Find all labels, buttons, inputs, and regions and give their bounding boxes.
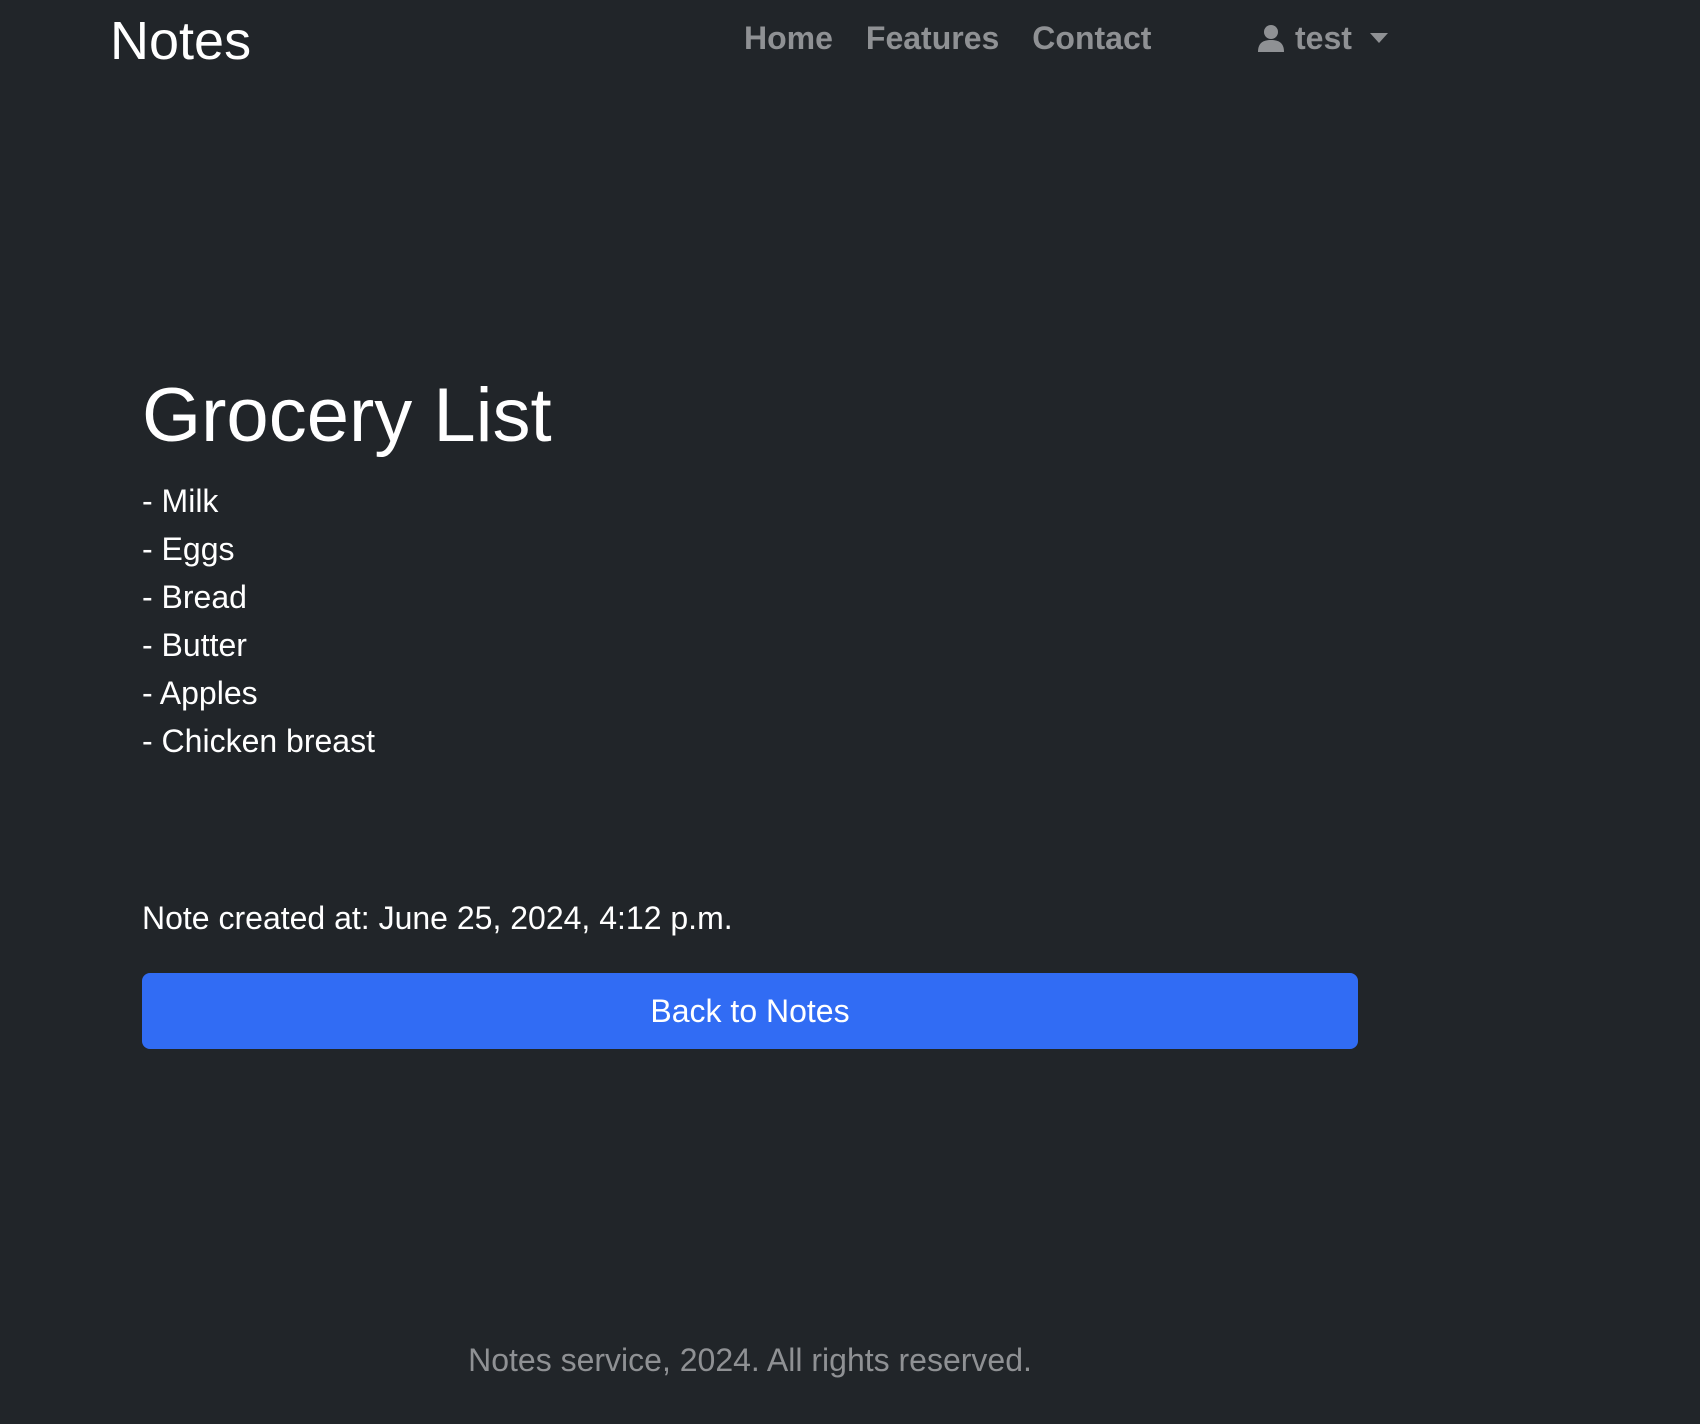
- top-navbar: Notes Home Features Contact test: [0, 0, 1700, 80]
- back-to-notes-button[interactable]: Back to Notes: [142, 973, 1358, 1049]
- note-created-at: Note created at: June 25, 2024, 4:12 p.m…: [142, 900, 733, 936]
- brand-logo-link[interactable]: Notes: [110, 8, 251, 74]
- page-footer: Notes service, 2024. All rights reserved…: [468, 1342, 1032, 1378]
- nav-link-features[interactable]: Features: [866, 18, 999, 58]
- note-body: - Milk - Eggs - Bread - Butter - Apples …: [142, 477, 375, 765]
- nav-links: Home Features Contact: [744, 18, 1151, 58]
- note-line: - Bread: [142, 579, 247, 615]
- note-line: - Chicken breast: [142, 723, 375, 759]
- nav-link-home[interactable]: Home: [744, 18, 833, 58]
- note-line: - Eggs: [142, 531, 235, 567]
- user-dropdown-toggle[interactable]: test: [1256, 18, 1388, 58]
- note-title: Grocery List: [142, 373, 552, 458]
- note-line: - Milk: [142, 483, 219, 519]
- nav-link-contact[interactable]: Contact: [1032, 18, 1151, 58]
- note-line: - Apples: [142, 675, 258, 711]
- user-name: test: [1295, 20, 1352, 56]
- user-icon: [1256, 23, 1286, 53]
- caret-down-icon: [1369, 33, 1388, 43]
- note-line: - Butter: [142, 627, 247, 663]
